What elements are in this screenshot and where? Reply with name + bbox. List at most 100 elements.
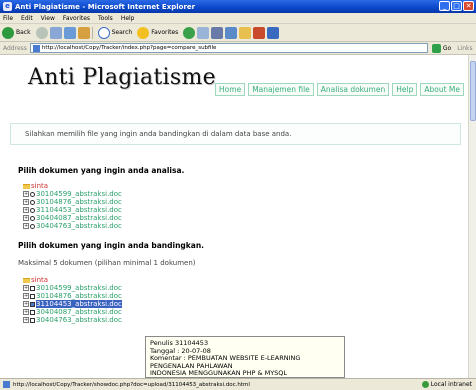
status-bar: http://localhost/Copy/Tracker/showdoc.ph… <box>0 378 476 390</box>
home-icon[interactable] <box>77 26 90 39</box>
menu-file[interactable]: File <box>3 15 13 22</box>
section2-tree: sinta + 30104599_abstraksi.doc + 3010487… <box>23 276 122 324</box>
file-item[interactable]: + 30104876_abstraksi.doc <box>23 292 122 300</box>
site-header: Anti Plagiatisme Home Manajemen file Ana… <box>12 55 468 115</box>
file-link[interactable]: 31104453_abstraksi.doc <box>36 300 122 308</box>
expand-icon[interactable]: + <box>23 317 29 323</box>
file-link[interactable]: 30104599_abstraksi.doc <box>36 190 122 198</box>
go-label: Go <box>442 44 452 52</box>
research-icon[interactable] <box>253 26 266 39</box>
expand-icon[interactable]: + <box>23 215 29 221</box>
nav-manajemen-file[interactable]: Manajemen file <box>248 83 314 96</box>
checkbox[interactable] <box>30 309 35 315</box>
file-item[interactable]: + 30404763_abstraksi.doc <box>23 222 122 230</box>
radio-button[interactable] <box>30 215 35 221</box>
expand-icon[interactable]: + <box>23 199 29 205</box>
tooltip-comment: Komentar : PEMBUATAN WEBSITE E-LEARNING … <box>150 354 301 370</box>
menu-tools[interactable]: Tools <box>98 15 113 22</box>
expand-icon[interactable]: + <box>23 293 29 299</box>
site-nav: Home Manajemen file Analisa dokumen Help… <box>215 83 464 96</box>
file-item[interactable]: + 30104599_abstraksi.doc <box>23 190 122 198</box>
expand-icon[interactable]: + <box>23 301 29 307</box>
checkbox[interactable] <box>30 285 35 291</box>
tree-root[interactable]: sinta <box>23 182 122 190</box>
security-zone: Local intranet <box>421 381 472 388</box>
file-link[interactable]: 30404763_abstraksi.doc <box>36 222 122 230</box>
expand-icon[interactable]: + <box>23 223 29 229</box>
checkbox[interactable] <box>30 293 35 299</box>
page-content: Anti Plagiatisme Home Manajemen file Ana… <box>0 55 468 378</box>
nav-home[interactable]: Home <box>215 83 246 96</box>
refresh-icon[interactable] <box>63 26 76 39</box>
close-button[interactable]: ✕ <box>463 1 474 11</box>
expand-icon[interactable]: + <box>23 191 29 197</box>
file-item[interactable]: + 30104876_abstraksi.doc <box>23 198 122 206</box>
intranet-icon <box>421 381 429 388</box>
file-link[interactable]: 30404087_abstraksi.doc <box>36 308 122 316</box>
file-link[interactable]: 30104876_abstraksi.doc <box>36 292 122 300</box>
file-link[interactable]: 30104876_abstraksi.doc <box>36 198 122 206</box>
maximize-button[interactable]: □ <box>451 1 462 11</box>
file-link[interactable]: 31104453_abstraksi.doc <box>36 206 122 214</box>
print-icon[interactable] <box>211 26 224 39</box>
nav-about-me[interactable]: About Me <box>420 83 464 96</box>
minimize-button[interactable]: _ <box>439 1 450 11</box>
history-icon[interactable] <box>183 26 196 39</box>
go-button[interactable]: Go <box>431 43 452 53</box>
tree-root-label: sinta <box>31 276 49 284</box>
expand-icon[interactable]: + <box>23 309 29 315</box>
site-logo: Anti Plagiatisme <box>28 65 216 90</box>
scrollbar-thumb[interactable] <box>470 61 476 121</box>
menu-view[interactable]: View <box>41 15 55 22</box>
file-link[interactable]: 30404763_abstraksi.doc <box>36 316 122 324</box>
forward-button[interactable] <box>35 26 48 39</box>
section1-title: Pilih dokumen yang ingin anda analisa. <box>18 166 185 175</box>
selection-note: Maksimal 5 dokumen (pilihan minimal 1 do… <box>18 259 196 267</box>
file-tooltip: Penulis 31104453 Tanggal : 20-07-08 Kome… <box>145 336 345 378</box>
address-label: Address <box>3 44 27 52</box>
file-item[interactable]: + 30404763_abstraksi.doc <box>23 316 122 324</box>
nav-help[interactable]: Help <box>392 83 418 96</box>
status-url: http://localhost/Copy/Tracker/showdoc.ph… <box>13 381 250 388</box>
folder-icon[interactable] <box>239 26 252 39</box>
search-icon <box>97 26 110 39</box>
messenger-icon[interactable] <box>267 26 280 39</box>
radio-button[interactable] <box>30 199 35 205</box>
links-button[interactable]: Links <box>457 45 472 52</box>
checkbox-checked[interactable] <box>30 301 35 307</box>
tooltip-comment-cont: INDONESIA MENGGUNAKAN PHP & MYSQL <box>150 369 288 377</box>
tree-root[interactable]: sinta <box>23 276 122 284</box>
menu-favorites[interactable]: Favorites <box>63 15 90 22</box>
edit-icon[interactable] <box>225 26 238 39</box>
toolbar-separator <box>91 26 93 39</box>
file-item-hovered[interactable]: + 31104453_abstraksi.doc <box>23 300 122 308</box>
section2-title: Pilih dokumen yang ingin anda bandingkan… <box>18 241 205 250</box>
radio-button[interactable] <box>30 191 35 197</box>
file-item[interactable]: + 30404087_abstraksi.doc <box>23 308 122 316</box>
favorites-button[interactable]: Favorites <box>137 26 179 39</box>
search-button[interactable]: Search <box>97 26 132 39</box>
checkbox[interactable] <box>30 317 35 323</box>
file-item[interactable]: + 30404087_abstraksi.doc <box>23 214 122 222</box>
file-link[interactable]: 30104599_abstraksi.doc <box>36 284 122 292</box>
radio-button[interactable] <box>30 223 35 229</box>
section1-tree: sinta + 30104599_abstraksi.doc + 3010487… <box>23 182 122 230</box>
radio-button[interactable] <box>30 207 35 213</box>
mail-icon[interactable] <box>197 26 210 39</box>
favorites-label: Favorites <box>151 29 179 36</box>
nav-analisa-dokumen[interactable]: Analisa dokumen <box>316 83 390 96</box>
menu-edit[interactable]: Edit <box>21 15 33 22</box>
address-input[interactable]: http://localhost/Copy/Tracker/index.php?… <box>29 43 428 53</box>
expand-icon[interactable]: + <box>23 207 29 213</box>
vertical-scrollbar[interactable] <box>468 55 476 378</box>
info-text: Silahkan memilih file yang ingin anda ba… <box>25 130 292 138</box>
stop-icon[interactable] <box>49 26 62 39</box>
window-titlebar: e Anti Plagiatisme - Microsoft Internet … <box>0 0 476 13</box>
back-button[interactable]: Back <box>2 26 31 39</box>
file-link[interactable]: 30404087_abstraksi.doc <box>36 214 122 222</box>
expand-icon[interactable]: + <box>23 285 29 291</box>
file-item[interactable]: + 30104599_abstraksi.doc <box>23 284 122 292</box>
menu-help[interactable]: Help <box>121 15 135 22</box>
file-item[interactable]: + 31104453_abstraksi.doc <box>23 206 122 214</box>
zone-label: Local intranet <box>430 381 472 388</box>
